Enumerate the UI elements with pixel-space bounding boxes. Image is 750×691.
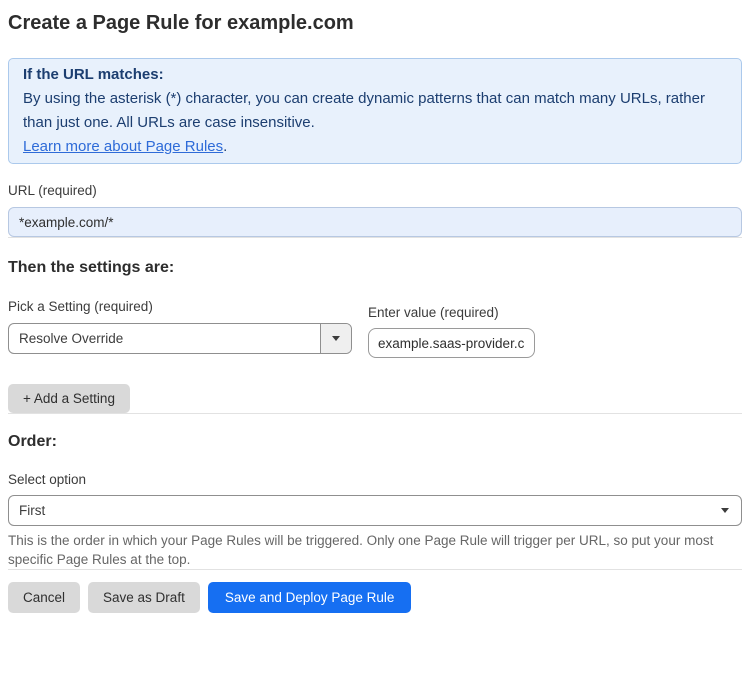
divider [8, 413, 742, 414]
page-rule-form: Create a Page Rule for example.com If th… [0, 0, 750, 626]
info-box-body-text: By using the asterisk (*) character, you… [23, 90, 705, 131]
order-section-heading: Order: [8, 433, 57, 450]
cancel-button[interactable]: Cancel [8, 582, 81, 613]
learn-more-link[interactable]: Learn more about Page Rules [23, 138, 223, 155]
link-period: . [223, 138, 228, 155]
add-setting-button[interactable]: + Add a Setting [8, 384, 130, 413]
order-select-value: First [19, 503, 46, 518]
url-match-info-box: If the URL matches: By using the asteris… [8, 58, 742, 164]
setting-value-column: Enter value (required) [368, 305, 535, 358]
info-box-heading: If the URL matches: [23, 66, 164, 83]
order-help-text: This is the order in which your Page Rul… [8, 533, 714, 567]
order-select[interactable]: First [8, 495, 742, 526]
info-box-link-line: Learn more about Page Rules. [23, 135, 727, 159]
setting-select-arrow-button[interactable] [320, 324, 351, 353]
url-field-label: URL (required) [8, 183, 97, 198]
page-title: Create a Page Rule for example.com [8, 12, 354, 34]
setting-select-value: Resolve Override [19, 331, 124, 346]
setting-select[interactable]: Resolve Override [8, 323, 352, 354]
setting-value-input[interactable] [368, 328, 535, 358]
order-select-label: Select option [8, 472, 87, 487]
chevron-down-icon [721, 508, 729, 513]
setting-picker-label: Pick a Setting (required) [8, 299, 153, 314]
save-and-deploy-button[interactable]: Save and Deploy Page Rule [207, 582, 412, 613]
footer-actions: Cancel Save as Draft Save and Deploy Pag… [8, 582, 742, 613]
divider [8, 569, 742, 570]
setting-picker-column: Pick a Setting (required) Resolve Overri… [8, 299, 352, 354]
setting-value-label: Enter value (required) [368, 305, 499, 320]
settings-section-heading: Then the settings are: [8, 259, 175, 276]
save-as-draft-button[interactable]: Save as Draft [88, 582, 200, 613]
divider [8, 237, 742, 238]
url-input[interactable] [8, 207, 742, 237]
chevron-down-icon [332, 336, 340, 341]
info-box-body: By using the asterisk (*) character, you… [23, 87, 727, 135]
settings-row: Pick a Setting (required) Resolve Overri… [8, 299, 742, 358]
